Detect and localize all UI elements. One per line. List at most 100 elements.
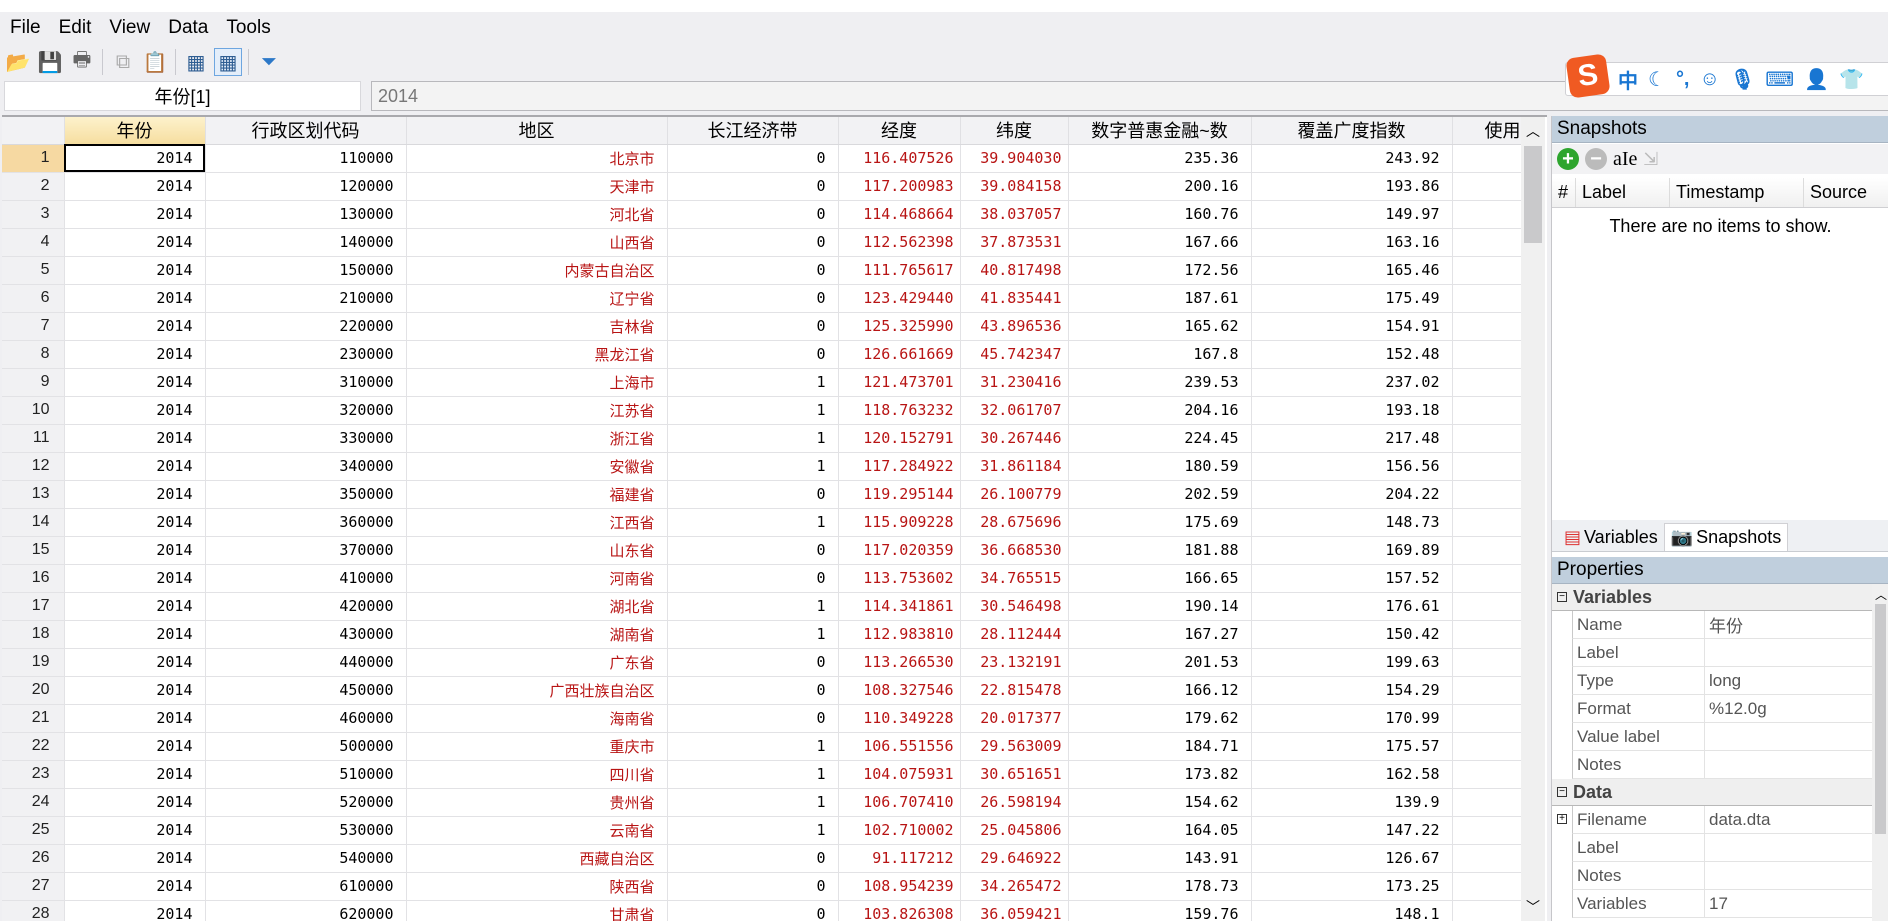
table-cell[interactable]: 139.9 — [1251, 788, 1453, 817]
row-number[interactable]: 1 — [2, 144, 65, 173]
table-cell[interactable]: 126.661669 — [838, 340, 961, 369]
table-cell[interactable]: 162.58 — [1251, 760, 1453, 789]
table-cell[interactable]: 148.1 — [1251, 900, 1453, 921]
table-cell[interactable]: 河南省 — [406, 564, 668, 593]
property-row[interactable]: Type long — [1572, 667, 1872, 695]
table-cell[interactable]: 112.983810 — [838, 620, 961, 649]
table-cell[interactable]: 106.707410 — [838, 788, 961, 817]
table-cell[interactable] — [1452, 900, 1522, 921]
table-cell[interactable]: 0 — [667, 144, 839, 173]
table-cell[interactable]: 111.765617 — [838, 256, 961, 285]
open-icon[interactable]: 📂 — [4, 48, 32, 76]
copy-icon[interactable]: ⧉ — [109, 48, 137, 76]
table-cell[interactable]: 41.835441 — [960, 284, 1069, 313]
table-cell[interactable]: 0 — [667, 536, 839, 565]
table-cell[interactable]: 40.817498 — [960, 256, 1069, 285]
column-header[interactable]: 行政区划代码 — [205, 117, 407, 145]
table-cell[interactable]: 116.407526 — [838, 144, 961, 173]
table-cell[interactable]: 32.061707 — [960, 396, 1069, 425]
row-number[interactable]: 24 — [2, 788, 65, 817]
table-cell[interactable]: 1 — [667, 592, 839, 621]
table-cell[interactable]: 26.100779 — [960, 480, 1069, 509]
table-cell[interactable]: 贵州省 — [406, 788, 668, 817]
table-cell[interactable]: 450000 — [205, 676, 407, 705]
property-group[interactable]: − Variables — [1552, 584, 1872, 611]
table-cell[interactable] — [1452, 256, 1522, 285]
table-cell[interactable]: 甘肃省 — [406, 900, 668, 921]
table-cell[interactable]: 1 — [667, 732, 839, 761]
print-icon[interactable]: 🖶 — [68, 48, 96, 76]
table-cell[interactable]: 1 — [667, 452, 839, 481]
table-cell[interactable]: 辽宁省 — [406, 284, 668, 313]
table-cell[interactable]: 239.53 — [1068, 368, 1252, 397]
row-number[interactable]: 10 — [2, 396, 65, 425]
property-row[interactable]: + Filename data.dta — [1557, 806, 1872, 834]
table-cell[interactable] — [1452, 704, 1522, 733]
filter-icon[interactable]: ⏷ — [255, 48, 283, 76]
row-number[interactable]: 16 — [2, 564, 65, 593]
table-cell[interactable]: 0 — [667, 256, 839, 285]
table-cell[interactable]: 2014 — [64, 900, 206, 921]
table-cell[interactable]: 0 — [667, 284, 839, 313]
remove-snapshot-icon[interactable]: − — [1585, 148, 1607, 170]
table-cell[interactable] — [1452, 592, 1522, 621]
property-row[interactable]: Label — [1572, 639, 1872, 667]
table-cell[interactable] — [1452, 144, 1522, 173]
table-cell[interactable] — [1452, 536, 1522, 565]
table-cell[interactable]: 110000 — [205, 144, 407, 173]
table-cell[interactable]: 320000 — [205, 396, 407, 425]
table-cell[interactable]: 安徽省 — [406, 452, 668, 481]
table-cell[interactable]: 38.037057 — [960, 200, 1069, 229]
table-cell[interactable]: 117.200983 — [838, 172, 961, 201]
table-cell[interactable] — [1452, 648, 1522, 677]
table-cell[interactable] — [1452, 788, 1522, 817]
table-cell[interactable]: 上海市 — [406, 368, 668, 397]
table-cell[interactable]: 149.97 — [1251, 200, 1453, 229]
table-cell[interactable]: 114.468664 — [838, 200, 961, 229]
table-cell[interactable]: 海南省 — [406, 704, 668, 733]
table-cell[interactable] — [1452, 228, 1522, 257]
table-cell[interactable]: 重庆市 — [406, 732, 668, 761]
row-number[interactable]: 19 — [2, 648, 65, 677]
table-cell[interactable]: 0 — [667, 200, 839, 229]
table-cell[interactable]: 陕西省 — [406, 872, 668, 901]
table-cell[interactable]: 2014 — [64, 452, 206, 481]
property-value[interactable] — [1705, 639, 1709, 666]
row-number[interactable]: 27 — [2, 872, 65, 901]
grid-vertical-scrollbar[interactable]: ︿ ﹀ — [1521, 117, 1545, 921]
table-cell[interactable]: 广西壮族自治区 — [406, 676, 668, 705]
table-cell[interactable]: 125.325990 — [838, 312, 961, 341]
table-cell[interactable]: 河北省 — [406, 200, 668, 229]
table-cell[interactable]: 34.765515 — [960, 564, 1069, 593]
table-cell[interactable]: 31.230416 — [960, 368, 1069, 397]
col-source[interactable]: Source — [1804, 178, 1888, 207]
table-cell[interactable] — [1452, 872, 1522, 901]
table-cell[interactable]: 2014 — [64, 648, 206, 677]
data-editor-icon[interactable]: ▦ — [182, 48, 210, 76]
table-cell[interactable]: 156.56 — [1251, 452, 1453, 481]
table-cell[interactable]: 170.99 — [1251, 704, 1453, 733]
table-cell[interactable]: 112.562398 — [838, 228, 961, 257]
table-cell[interactable] — [1452, 424, 1522, 453]
table-cell[interactable] — [1452, 732, 1522, 761]
scrollbar-thumb[interactable] — [1875, 604, 1886, 834]
table-cell[interactable] — [1452, 676, 1522, 705]
table-cell[interactable]: 163.16 — [1251, 228, 1453, 257]
table-cell[interactable]: 150.42 — [1251, 620, 1453, 649]
rename-snapshot-icon[interactable]: aIe — [1613, 148, 1637, 171]
table-cell[interactable] — [1452, 480, 1522, 509]
table-cell[interactable]: 113.266530 — [838, 648, 961, 677]
menu-view[interactable]: View — [109, 17, 150, 39]
menu-data[interactable]: Data — [168, 17, 208, 39]
table-cell[interactable]: 39.904030 — [960, 144, 1069, 173]
table-cell[interactable]: 0 — [667, 900, 839, 921]
table-cell[interactable]: 200.16 — [1068, 172, 1252, 201]
table-cell[interactable]: 2014 — [64, 704, 206, 733]
table-cell[interactable]: 193.18 — [1251, 396, 1453, 425]
table-cell[interactable]: 2014 — [64, 872, 206, 901]
table-cell[interactable]: 148.73 — [1251, 508, 1453, 537]
table-cell[interactable]: 四川省 — [406, 760, 668, 789]
row-number[interactable]: 9 — [2, 368, 65, 397]
table-cell[interactable]: 2014 — [64, 564, 206, 593]
table-cell[interactable]: 160.76 — [1068, 200, 1252, 229]
